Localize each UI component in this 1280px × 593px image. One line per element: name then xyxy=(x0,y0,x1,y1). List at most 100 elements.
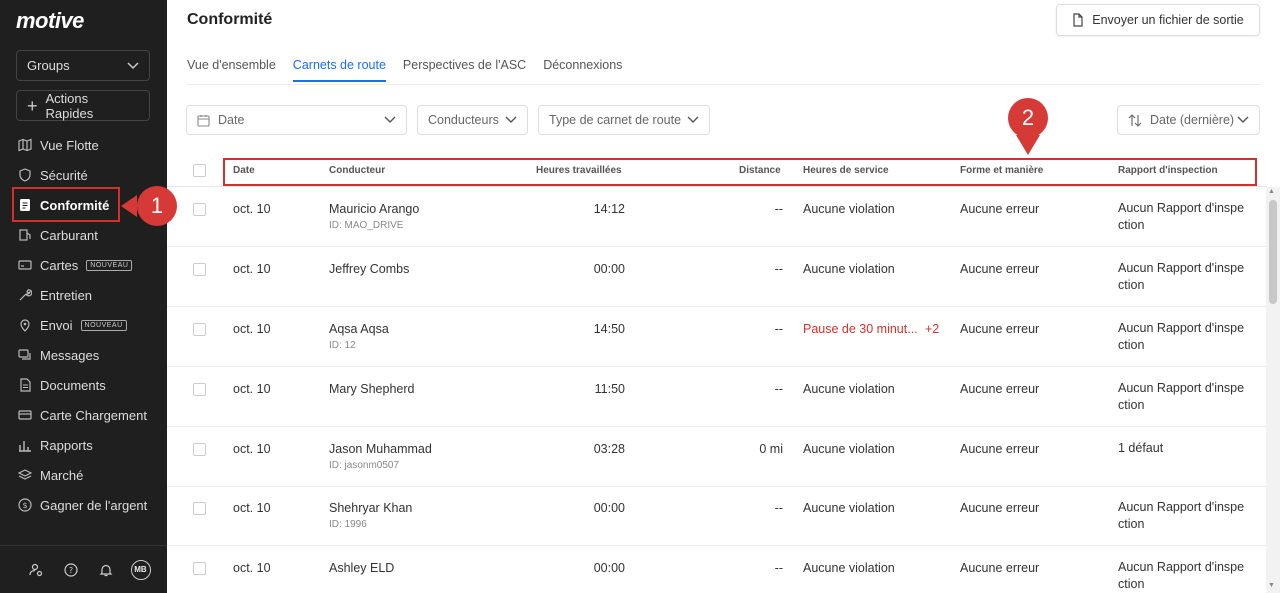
row-driver-name[interactable]: Aqsa Aqsa xyxy=(329,322,389,336)
row-distance: -- xyxy=(774,202,783,216)
row-form: Aucune erreur xyxy=(960,442,1040,456)
sidebar-item-label: Marché xyxy=(40,467,84,483)
row-checkbox[interactable] xyxy=(193,383,206,396)
user-avatar-button[interactable]: MB xyxy=(123,559,158,580)
row-driver-name[interactable]: Shehryar Khan xyxy=(329,501,412,515)
sidebar-item-documents[interactable]: Documents xyxy=(0,370,167,400)
motive-logo[interactable]: motive xyxy=(16,8,84,34)
sidebar-item-entretien[interactable]: Entretien xyxy=(0,280,167,310)
table-row[interactable]: oct. 10 Mauricio Arango ID: MAO_DRIVE 14… xyxy=(167,187,1267,247)
sidebar-item-envoi[interactable]: Envoi NOUVEAU xyxy=(0,310,167,340)
bell-icon[interactable] xyxy=(88,563,123,577)
sidebar-item-label: Messages xyxy=(40,347,100,363)
sidebar-item-gagner[interactable]: $ Gagner de l'argent xyxy=(0,490,167,520)
groups-dropdown[interactable]: Groups xyxy=(16,50,150,81)
row-hours: 14:12 xyxy=(593,202,625,216)
help-icon[interactable]: ? xyxy=(53,562,88,577)
tab-carnets-de-route[interactable]: Carnets de route xyxy=(292,58,386,82)
sidebar-item-cartes[interactable]: Cartes NOUVEAU xyxy=(0,250,167,280)
admin-settings-icon[interactable] xyxy=(18,563,53,577)
sidebar-item-label: Carburant xyxy=(40,227,98,243)
sidebar-item-label: Entretien xyxy=(40,287,93,303)
sidebar-item-securite[interactable]: Sécurité xyxy=(0,160,167,190)
table-row[interactable]: oct. 10 Aqsa Aqsa ID: 12 14:50 -- Pause … xyxy=(167,307,1267,367)
row-checkbox[interactable] xyxy=(193,203,206,216)
bar-chart-icon xyxy=(18,438,32,452)
chevron-down-icon xyxy=(127,61,139,69)
chevron-down-icon xyxy=(1237,116,1249,123)
row-hours: 14:50 xyxy=(593,322,625,336)
tabs-divider xyxy=(187,84,1260,85)
tab-deconnexions[interactable]: Déconnexions xyxy=(543,58,622,82)
tab-vue-ensemble[interactable]: Vue d'ensemble xyxy=(187,58,276,82)
row-hours: 03:28 xyxy=(593,442,625,456)
card-icon xyxy=(18,258,32,272)
highlight-box-conformite xyxy=(12,187,120,222)
sidebar-item-messages[interactable]: Messages xyxy=(0,340,167,370)
row-form: Aucune erreur xyxy=(960,561,1040,575)
row-inspection: Aucun Rapport d'inspection xyxy=(1118,201,1245,232)
row-driver-name[interactable]: Ashley ELD xyxy=(329,561,394,575)
row-driver-name[interactable]: Mary Shepherd xyxy=(329,382,414,396)
table-row[interactable]: oct. 10 Jason Muhammad ID: jasonm0507 03… xyxy=(167,427,1267,487)
shield-icon xyxy=(18,168,32,182)
drivers-filter[interactable]: Conducteurs xyxy=(417,105,528,135)
tab-perspectives-asc[interactable]: Perspectives de l'ASC xyxy=(403,58,526,82)
sidebar-item-rapports[interactable]: Rapports xyxy=(0,430,167,460)
row-checkbox[interactable] xyxy=(193,443,206,456)
row-distance: -- xyxy=(774,561,783,575)
row-checkbox[interactable] xyxy=(193,562,206,575)
row-date: oct. 10 xyxy=(233,382,271,396)
fuel-icon xyxy=(18,228,32,242)
select-all-checkbox[interactable] xyxy=(193,164,206,177)
sort-dropdown[interactable]: Date (dernière) xyxy=(1117,105,1260,135)
scroll-up-arrow-icon[interactable]: ▲ xyxy=(1268,188,1275,195)
file-icon xyxy=(18,378,32,392)
sidebar-item-carte-chargement[interactable]: Carte Chargement xyxy=(0,400,167,430)
row-hos: Aucune violation xyxy=(803,202,895,216)
sidebar-item-label: Rapports xyxy=(40,437,93,453)
row-checkbox[interactable] xyxy=(193,502,206,515)
layers-icon xyxy=(18,468,32,482)
sidebar-item-marche[interactable]: Marché xyxy=(0,460,167,490)
row-driver-name[interactable]: Mauricio Arango xyxy=(329,202,419,216)
callout-arrow xyxy=(121,195,137,217)
table-row[interactable]: oct. 10 Ashley ELD 00:00 -- Aucune viola… xyxy=(167,546,1267,593)
date-filter[interactable]: Date xyxy=(186,105,407,135)
scroll-down-arrow-icon[interactable]: ▼ xyxy=(1268,582,1275,589)
export-file-button[interactable]: Envoyer un fichier de sortie xyxy=(1056,4,1260,36)
sidebar: motive Groups + Actions Rapides Vue Flot… xyxy=(0,0,167,593)
row-checkbox[interactable] xyxy=(193,263,206,276)
row-checkbox[interactable] xyxy=(193,323,206,336)
table-row[interactable]: oct. 10 Shehryar Khan ID: 1996 00:00 -- … xyxy=(167,486,1267,546)
row-form: Aucune erreur xyxy=(960,382,1040,396)
row-driver-name[interactable]: Jason Muhammad xyxy=(329,442,432,456)
date-filter-label: Date xyxy=(218,113,245,127)
plus-icon: + xyxy=(27,95,38,116)
row-hos-more-count[interactable]: +2 xyxy=(925,322,939,336)
quick-actions-label: Actions Rapides xyxy=(45,90,94,121)
sidebar-item-carburant[interactable]: Carburant xyxy=(0,220,167,250)
row-hos: Aucune violation xyxy=(803,501,895,515)
table-row[interactable]: oct. 10 Mary Shepherd 11:50 -- Aucune vi… xyxy=(167,367,1267,427)
row-hos-violation[interactable]: Pause de 30 minut... xyxy=(803,322,918,336)
chevron-down-icon xyxy=(505,116,517,123)
row-hos: Aucune violation xyxy=(803,382,895,396)
row-inspection: Aucun Rapport d'inspection xyxy=(1118,560,1245,591)
new-badge: NOUVEAU xyxy=(86,259,133,271)
groups-label: Groups xyxy=(27,58,70,73)
chevron-down-icon xyxy=(384,116,396,123)
quick-actions-button[interactable]: + Actions Rapides xyxy=(16,90,150,121)
main-content: Conformité Envoyer un fichier de sortie … xyxy=(167,0,1280,593)
export-label: Envoyer un fichier de sortie xyxy=(1092,13,1244,27)
row-form: Aucune erreur xyxy=(960,262,1040,276)
chevron-down-icon xyxy=(687,116,699,123)
table-row[interactable]: oct. 10 Jeffrey Combs 00:00 -- Aucune vi… xyxy=(167,247,1267,307)
sidebar-item-vue-flotte[interactable]: Vue Flotte xyxy=(0,130,167,160)
log-type-filter[interactable]: Type de carnet de route xyxy=(538,105,710,135)
scrollbar-thumb[interactable] xyxy=(1269,200,1277,304)
drivers-filter-label: Conducteurs xyxy=(428,113,499,127)
row-inspection-defect[interactable]: 1 défaut xyxy=(1118,440,1250,457)
row-driver-name[interactable]: Jeffrey Combs xyxy=(329,262,409,276)
row-hos: Aucune violation xyxy=(803,262,895,276)
